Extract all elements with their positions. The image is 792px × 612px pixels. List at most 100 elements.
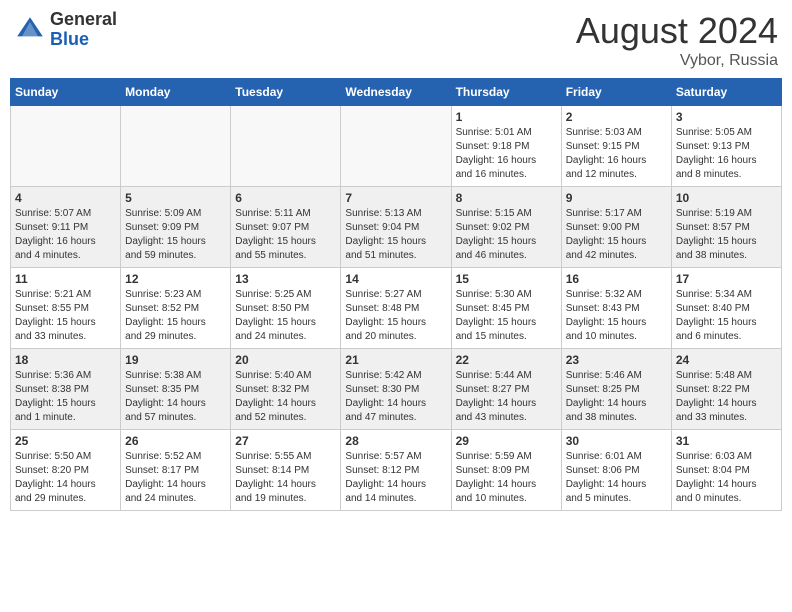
day-info: Sunrise: 5:36 AM Sunset: 8:38 PM Dayligh… (15, 369, 116, 425)
day-number: 29 (456, 434, 557, 448)
day-cell-18: 18 Sunrise: 5:36 AM Sunset: 8:38 PM Dayli… (11, 349, 121, 430)
empty-cell (121, 106, 231, 187)
day-cell-10: 10 Sunrise: 5:19 AM Sunset: 8:57 PM Dayli… (671, 187, 781, 268)
week-row-3: 11Sunrise: 5:21 AM Sunset: 8:55 PM Dayli… (11, 268, 782, 349)
day-cell-30: 30Sunrise: 6:01 AM Sunset: 8:06 PM Dayli… (561, 430, 671, 511)
day-info: Sunrise: 6:01 AM Sunset: 8:06 PM Dayligh… (566, 450, 667, 506)
day-cell-31: 31Sunrise: 6:03 AM Sunset: 8:04 PM Dayli… (671, 430, 781, 511)
day-info: Sunrise: 5:52 AM Sunset: 8:17 PM Dayligh… (125, 450, 226, 506)
title-block: August 2024 Vybor, Russia (576, 10, 778, 70)
day-cell-8: 8 Sunrise: 5:15 AM Sunset: 9:02 PM Daylig… (451, 187, 561, 268)
day-info: Sunrise: 5:11 AM Sunset: 9:07 PM Dayligh… (235, 207, 336, 263)
day-number: 21 (345, 353, 446, 367)
month-year: August 2024 (576, 10, 778, 52)
day-number: 12 (125, 272, 226, 286)
day-info: Sunrise: 5:30 AM Sunset: 8:45 PM Dayligh… (456, 288, 557, 344)
day-number: 24 (676, 353, 777, 367)
day-info: Sunrise: 5:32 AM Sunset: 8:43 PM Dayligh… (566, 288, 667, 344)
page-header: General Blue August 2024 Vybor, Russia (10, 10, 782, 70)
week-row-1: 1 Sunrise: 5:01 AM Sunset: 9:18 PM Daylig… (11, 106, 782, 187)
day-cell-12: 12 Sunrise: 5:23 AM Sunset: 8:52 PM Dayli… (121, 268, 231, 349)
day-cell-23: 23 Sunrise: 5:46 AM Sunset: 8:25 PM Dayli… (561, 349, 671, 430)
weekday-header-sunday: Sunday (11, 79, 121, 106)
day-cell-24: 24Sunrise: 5:48 AM Sunset: 8:22 PM Dayli… (671, 349, 781, 430)
weekday-header-thursday: Thursday (451, 79, 561, 106)
day-cell-7: 7 Sunrise: 5:13 AM Sunset: 9:04 PM Daylig… (341, 187, 451, 268)
day-info: Sunrise: 5:59 AM Sunset: 8:09 PM Dayligh… (456, 450, 557, 506)
day-number: 19 (125, 353, 226, 367)
day-cell-5: 5 Sunrise: 5:09 AM Sunset: 9:09 PM Daylig… (121, 187, 231, 268)
weekday-header-tuesday: Tuesday (231, 79, 341, 106)
day-info: Sunrise: 5:46 AM Sunset: 8:25 PM Dayligh… (566, 369, 667, 425)
day-info: Sunrise: 5:27 AM Sunset: 8:48 PM Dayligh… (345, 288, 446, 344)
day-number: 6 (235, 191, 336, 205)
week-row-5: 25 Sunrise: 5:50 AM Sunset: 8:20 PM Dayli… (11, 430, 782, 511)
day-number: 4 (15, 191, 116, 205)
empty-cell (11, 106, 121, 187)
day-number: 18 (15, 353, 116, 367)
day-cell-9: 9 Sunrise: 5:17 AM Sunset: 9:00 PM Daylig… (561, 187, 671, 268)
day-number: 25 (15, 434, 116, 448)
weekday-header-row: SundayMondayTuesdayWednesdayThursdayFrid… (11, 79, 782, 106)
day-number: 17 (676, 272, 777, 286)
day-cell-20: 20 Sunrise: 5:40 AM Sunset: 8:32 PM Dayli… (231, 349, 341, 430)
day-number: 10 (676, 191, 777, 205)
day-number: 26 (125, 434, 226, 448)
weekday-header-monday: Monday (121, 79, 231, 106)
day-info: Sunrise: 5:19 AM Sunset: 8:57 PM Dayligh… (676, 207, 777, 263)
day-number: 2 (566, 110, 667, 124)
day-number: 20 (235, 353, 336, 367)
day-info: Sunrise: 5:38 AM Sunset: 8:35 PM Dayligh… (125, 369, 226, 425)
day-info: Sunrise: 5:23 AM Sunset: 8:52 PM Dayligh… (125, 288, 226, 344)
empty-cell (231, 106, 341, 187)
day-number: 7 (345, 191, 446, 205)
day-cell-26: 26 Sunrise: 5:52 AM Sunset: 8:17 PM Dayli… (121, 430, 231, 511)
day-number: 14 (345, 272, 446, 286)
day-number: 28 (345, 434, 446, 448)
day-number: 11 (15, 272, 116, 286)
day-cell-2: 2 Sunrise: 5:03 AM Sunset: 9:15 PM Daylig… (561, 106, 671, 187)
week-row-4: 18 Sunrise: 5:36 AM Sunset: 8:38 PM Dayli… (11, 349, 782, 430)
day-number: 9 (566, 191, 667, 205)
day-number: 3 (676, 110, 777, 124)
day-cell-21: 21 Sunrise: 5:42 AM Sunset: 8:30 PM Dayli… (341, 349, 451, 430)
week-row-2: 4Sunrise: 5:07 AM Sunset: 9:11 PM Daylig… (11, 187, 782, 268)
day-info: Sunrise: 5:40 AM Sunset: 8:32 PM Dayligh… (235, 369, 336, 425)
day-info: Sunrise: 5:34 AM Sunset: 8:40 PM Dayligh… (676, 288, 777, 344)
day-info: Sunrise: 5:50 AM Sunset: 8:20 PM Dayligh… (15, 450, 116, 506)
day-number: 1 (456, 110, 557, 124)
day-info: Sunrise: 5:03 AM Sunset: 9:15 PM Dayligh… (566, 126, 667, 182)
day-info: Sunrise: 5:57 AM Sunset: 8:12 PM Dayligh… (345, 450, 446, 506)
empty-cell (341, 106, 451, 187)
weekday-header-wednesday: Wednesday (341, 79, 451, 106)
day-cell-28: 28 Sunrise: 5:57 AM Sunset: 8:12 PM Dayli… (341, 430, 451, 511)
day-info: Sunrise: 5:15 AM Sunset: 9:02 PM Dayligh… (456, 207, 557, 263)
logo: General Blue (14, 10, 117, 50)
logo-blue-text: Blue (50, 30, 117, 50)
day-cell-1: 1 Sunrise: 5:01 AM Sunset: 9:18 PM Daylig… (451, 106, 561, 187)
day-info: Sunrise: 5:09 AM Sunset: 9:09 PM Dayligh… (125, 207, 226, 263)
day-info: Sunrise: 5:42 AM Sunset: 8:30 PM Dayligh… (345, 369, 446, 425)
day-number: 22 (456, 353, 557, 367)
day-cell-6: 6 Sunrise: 5:11 AM Sunset: 9:07 PM Daylig… (231, 187, 341, 268)
day-info: Sunrise: 5:13 AM Sunset: 9:04 PM Dayligh… (345, 207, 446, 263)
day-cell-4: 4Sunrise: 5:07 AM Sunset: 9:11 PM Daylig… (11, 187, 121, 268)
calendar-table: SundayMondayTuesdayWednesdayThursdayFrid… (10, 78, 782, 511)
day-cell-27: 27Sunrise: 5:55 AM Sunset: 8:14 PM Dayli… (231, 430, 341, 511)
day-cell-13: 13Sunrise: 5:25 AM Sunset: 8:50 PM Dayli… (231, 268, 341, 349)
day-info: Sunrise: 5:25 AM Sunset: 8:50 PM Dayligh… (235, 288, 336, 344)
day-info: Sunrise: 5:17 AM Sunset: 9:00 PM Dayligh… (566, 207, 667, 263)
day-number: 8 (456, 191, 557, 205)
day-info: Sunrise: 5:01 AM Sunset: 9:18 PM Dayligh… (456, 126, 557, 182)
day-number: 16 (566, 272, 667, 286)
day-number: 23 (566, 353, 667, 367)
day-number: 5 (125, 191, 226, 205)
day-number: 15 (456, 272, 557, 286)
logo-general-text: General (50, 10, 117, 30)
day-cell-11: 11Sunrise: 5:21 AM Sunset: 8:55 PM Dayli… (11, 268, 121, 349)
day-cell-19: 19 Sunrise: 5:38 AM Sunset: 8:35 PM Dayli… (121, 349, 231, 430)
day-cell-29: 29 Sunrise: 5:59 AM Sunset: 8:09 PM Dayli… (451, 430, 561, 511)
weekday-header-friday: Friday (561, 79, 671, 106)
day-info: Sunrise: 6:03 AM Sunset: 8:04 PM Dayligh… (676, 450, 777, 506)
location: Vybor, Russia (576, 52, 778, 70)
